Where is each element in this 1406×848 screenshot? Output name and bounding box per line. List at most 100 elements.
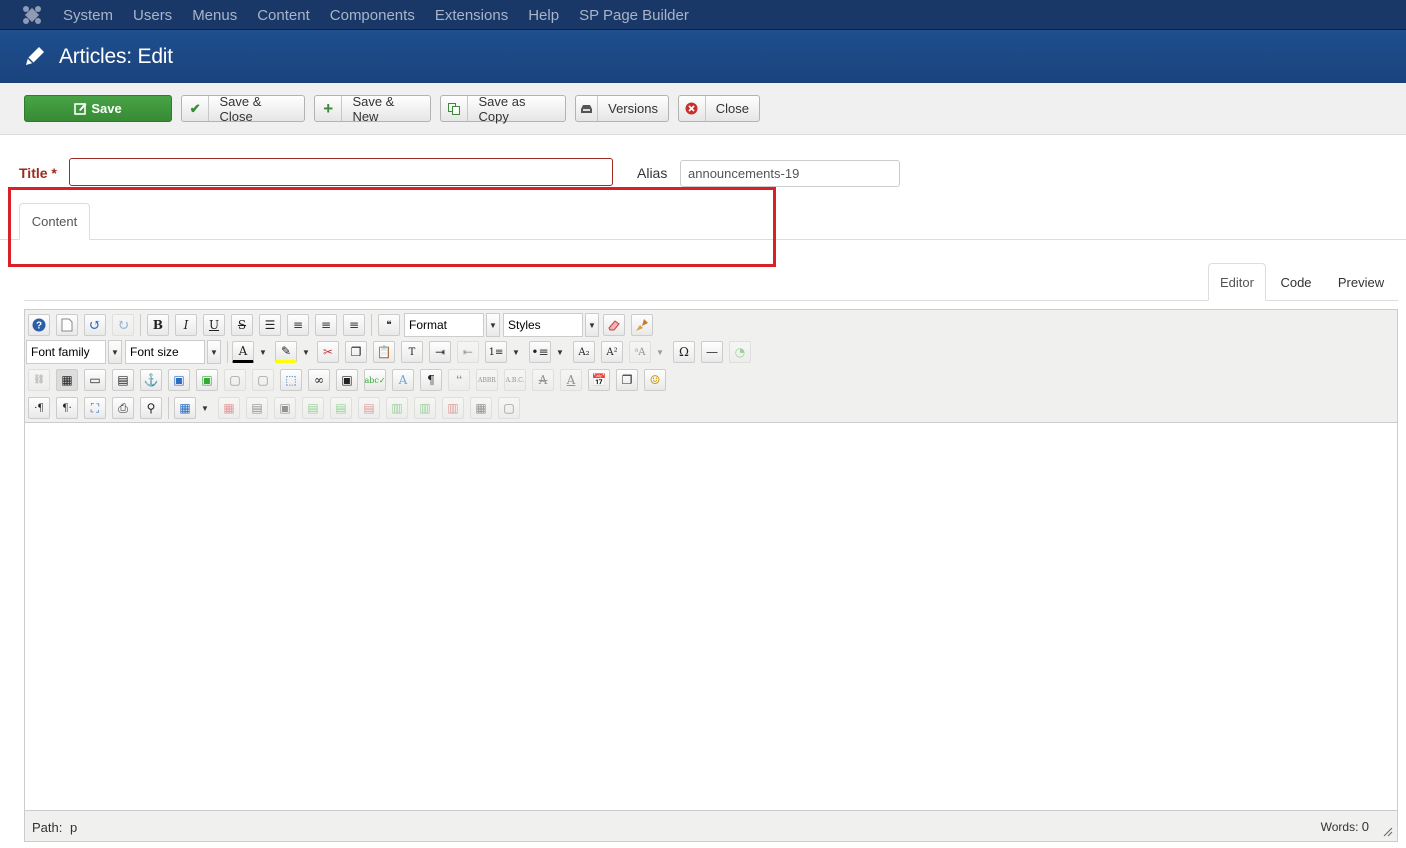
menu-users[interactable]: Users xyxy=(133,7,172,24)
save-as-copy-button[interactable]: Save as Copy xyxy=(440,94,566,124)
menu-extensions[interactable]: Extensions xyxy=(435,7,508,24)
close-button[interactable]: Close xyxy=(678,95,760,122)
delete-column-icon[interactable]: ▥ xyxy=(442,397,464,419)
versions-button[interactable]: Versions xyxy=(575,95,669,122)
font-family-dropdown-arrow[interactable]: ▼ xyxy=(108,340,122,364)
styles-select[interactable]: Styles xyxy=(503,313,583,337)
font-size-select[interactable]: Font size xyxy=(125,340,205,364)
save-close-button[interactable]: ✔ Save & Close xyxy=(181,94,305,124)
menu-help[interactable]: Help xyxy=(528,7,559,24)
outdent-icon[interactable]: ⇤ xyxy=(457,341,479,363)
editor-content-area[interactable] xyxy=(25,424,1397,810)
italic-icon[interactable]: I xyxy=(175,314,197,336)
special-character-icon[interactable]: Ω xyxy=(673,341,695,363)
insert-column-after-icon[interactable]: ▥ xyxy=(414,397,436,419)
abbreviation-icon[interactable]: ABBR xyxy=(476,369,498,391)
text-color-dropdown-arrow[interactable]: ▼ xyxy=(256,340,270,364)
template-insert-icon[interactable]: ❐ xyxy=(616,369,638,391)
anchor-icon[interactable]: ⚓ xyxy=(140,369,162,391)
blockquote-icon[interactable]: ❝ xyxy=(378,314,400,336)
insert-box-icon[interactable]: ▣ xyxy=(336,369,358,391)
highlight-color-icon[interactable]: ✎ xyxy=(275,341,297,363)
template-icon[interactable]: ▤ xyxy=(112,369,134,391)
font-family-select[interactable]: Font family xyxy=(26,340,106,364)
highlight-dropdown-arrow[interactable]: ▼ xyxy=(299,340,313,364)
language-icon[interactable]: ᵃA xyxy=(629,341,651,363)
save-button[interactable]: Save xyxy=(24,95,172,122)
underline-icon[interactable]: U xyxy=(203,314,225,336)
acronym-icon[interactable]: A.B.C. xyxy=(504,369,526,391)
insert-media-icon[interactable]: ▣ xyxy=(196,369,218,391)
menu-components[interactable]: Components xyxy=(330,7,415,24)
horizontal-rule-icon[interactable]: — xyxy=(701,341,723,363)
format-dropdown-arrow[interactable]: ▼ xyxy=(486,313,500,337)
paste-icon[interactable]: 📋 xyxy=(373,341,395,363)
image-icon[interactable]: ▣ xyxy=(168,369,190,391)
numbered-list-icon[interactable]: 1≡ xyxy=(485,341,507,363)
align-center-icon[interactable]: ≡ xyxy=(287,314,309,336)
font-style-icon[interactable]: A xyxy=(392,369,414,391)
bullet-list-dropdown-arrow[interactable]: ▼ xyxy=(553,340,567,364)
deletion-icon[interactable]: A xyxy=(532,369,554,391)
split-cells-icon[interactable]: ▦ xyxy=(470,397,492,419)
cell-properties-icon[interactable]: ▣ xyxy=(274,397,296,419)
row-properties-icon[interactable]: ▤ xyxy=(246,397,268,419)
subscript-icon[interactable]: A₂ xyxy=(573,341,595,363)
menu-system[interactable]: System xyxy=(63,7,113,24)
path-element-p[interactable]: p xyxy=(70,820,77,835)
help-icon[interactable]: ? xyxy=(28,314,50,336)
strikethrough-icon[interactable]: S xyxy=(231,314,253,336)
delete-row-icon[interactable]: ▤ xyxy=(358,397,380,419)
joomla-logo-icon[interactable] xyxy=(22,5,42,25)
text-color-icon[interactable]: A xyxy=(232,341,254,363)
cut-icon[interactable]: ✂ xyxy=(317,341,339,363)
layer-icon[interactable]: ▢ xyxy=(224,369,246,391)
numbered-list-dropdown-arrow[interactable]: ▼ xyxy=(509,340,523,364)
brush-icon[interactable] xyxy=(631,314,653,336)
quote-icon[interactable]: ❛❛ xyxy=(448,369,470,391)
alias-input[interactable] xyxy=(680,160,900,187)
bullet-list-icon[interactable]: •≡ xyxy=(529,341,551,363)
copy-text-icon[interactable]: ❐ xyxy=(345,341,367,363)
visual-blocks-icon[interactable]: ▦ xyxy=(56,369,78,391)
page-break-icon[interactable]: ▭ xyxy=(84,369,106,391)
attributes-icon[interactable]: 📅 xyxy=(588,369,610,391)
font-size-dropdown-arrow[interactable]: ▼ xyxy=(207,340,221,364)
ltr-icon[interactable]: ·¶ xyxy=(28,397,50,419)
redo-icon[interactable]: ↻ xyxy=(112,314,134,336)
save-new-button[interactable]: + Save & New xyxy=(314,94,431,124)
styles-dropdown-arrow[interactable]: ▼ xyxy=(585,313,599,337)
insert-row-after-icon[interactable]: ▤ xyxy=(330,397,352,419)
tab-code[interactable]: Code xyxy=(1268,263,1324,301)
print-icon[interactable]: ⎙ xyxy=(112,397,134,419)
table-icon[interactable]: ▦ xyxy=(174,397,196,419)
emoticon-icon[interactable]: ☺ xyxy=(644,369,666,391)
menu-content[interactable]: Content xyxy=(257,7,310,24)
absolute-icon[interactable]: ▢ xyxy=(252,369,274,391)
superscript-icon[interactable]: A² xyxy=(601,341,623,363)
title-input[interactable] xyxy=(69,158,613,186)
insert-row-before-icon[interactable]: ▤ xyxy=(302,397,324,419)
unlink-icon[interactable]: ⛓ xyxy=(28,369,50,391)
fullscreen-icon[interactable]: ⛶ xyxy=(84,397,106,419)
fullpage-icon[interactable]: ⬚ xyxy=(280,369,302,391)
delete-table-icon[interactable]: ▦ xyxy=(218,397,240,419)
tab-preview[interactable]: Preview xyxy=(1326,263,1396,301)
menu-sp-page-builder[interactable]: SP Page Builder xyxy=(579,7,689,24)
insertion-icon[interactable]: A xyxy=(560,369,582,391)
table-dropdown-arrow[interactable]: ▼ xyxy=(198,396,212,420)
rtl-icon[interactable]: ¶· xyxy=(56,397,78,419)
align-left-icon[interactable]: ≡ xyxy=(315,314,337,336)
paste-text-icon[interactable]: T xyxy=(401,341,423,363)
merge-cells-icon[interactable]: ▢ xyxy=(498,397,520,419)
indent-icon[interactable]: ⇥ xyxy=(429,341,451,363)
pilcrow-icon[interactable]: ¶ xyxy=(420,369,442,391)
bold-icon[interactable]: B xyxy=(147,314,169,336)
menu-menus[interactable]: Menus xyxy=(192,7,237,24)
language-dropdown-arrow[interactable]: ▼ xyxy=(653,340,667,364)
resize-handle-icon[interactable] xyxy=(1381,825,1393,837)
insert-column-before-icon[interactable]: ▥ xyxy=(386,397,408,419)
link-icon[interactable]: ∞ xyxy=(308,369,330,391)
align-right-icon[interactable]: ≡ xyxy=(343,314,365,336)
search-replace-icon[interactable]: ⚲ xyxy=(140,397,162,419)
